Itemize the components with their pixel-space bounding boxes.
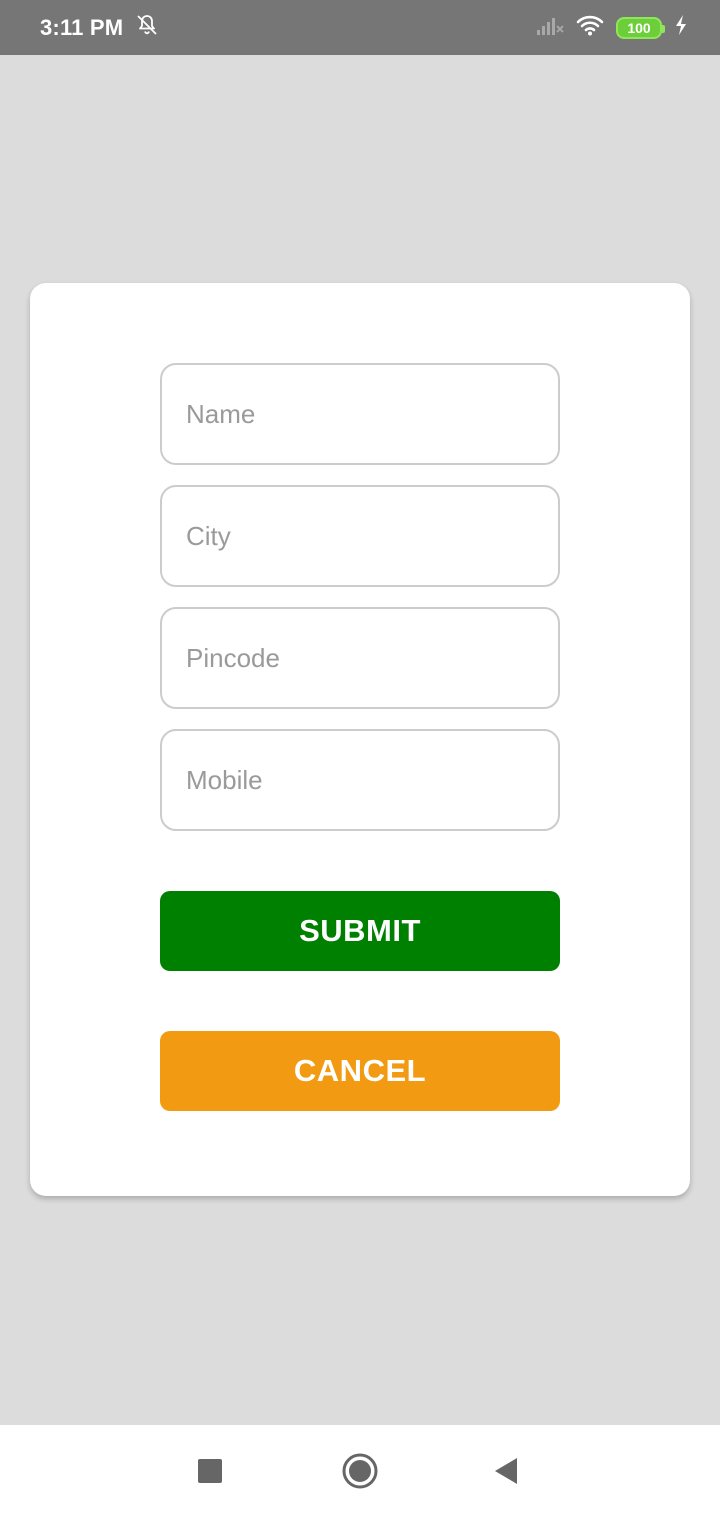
mobile-input[interactable] <box>186 764 534 796</box>
charging-icon <box>674 14 688 41</box>
battery-level: 100 <box>627 19 651 36</box>
navigation-bar <box>0 1425 720 1520</box>
pincode-input[interactable] <box>186 642 534 674</box>
signal-icon <box>536 14 564 41</box>
mute-bell-icon <box>135 13 159 42</box>
status-time: 3:11 PM <box>40 14 124 40</box>
battery-icon: 100 <box>616 16 665 39</box>
name-input[interactable] <box>186 398 534 430</box>
city-field[interactable] <box>160 485 560 587</box>
status-right: 100 <box>536 14 688 41</box>
status-left: 3:11 PM <box>40 13 159 42</box>
mobile-field[interactable] <box>160 729 560 831</box>
cancel-button[interactable]: CANCEL <box>160 1031 560 1111</box>
home-button[interactable] <box>336 1449 384 1497</box>
status-bar: 3:11 PM 100 <box>0 0 720 55</box>
pincode-field[interactable] <box>160 607 560 709</box>
form-dialog: SUBMIT CANCEL <box>30 283 690 1196</box>
home-icon <box>341 1452 379 1495</box>
wifi-icon <box>576 14 604 41</box>
recents-icon <box>197 1458 223 1489</box>
city-input[interactable] <box>186 520 534 552</box>
back-button[interactable] <box>482 1449 530 1497</box>
name-field[interactable] <box>160 363 560 465</box>
submit-button[interactable]: SUBMIT <box>160 891 560 971</box>
recents-button[interactable] <box>186 1449 234 1497</box>
back-icon <box>493 1456 519 1491</box>
